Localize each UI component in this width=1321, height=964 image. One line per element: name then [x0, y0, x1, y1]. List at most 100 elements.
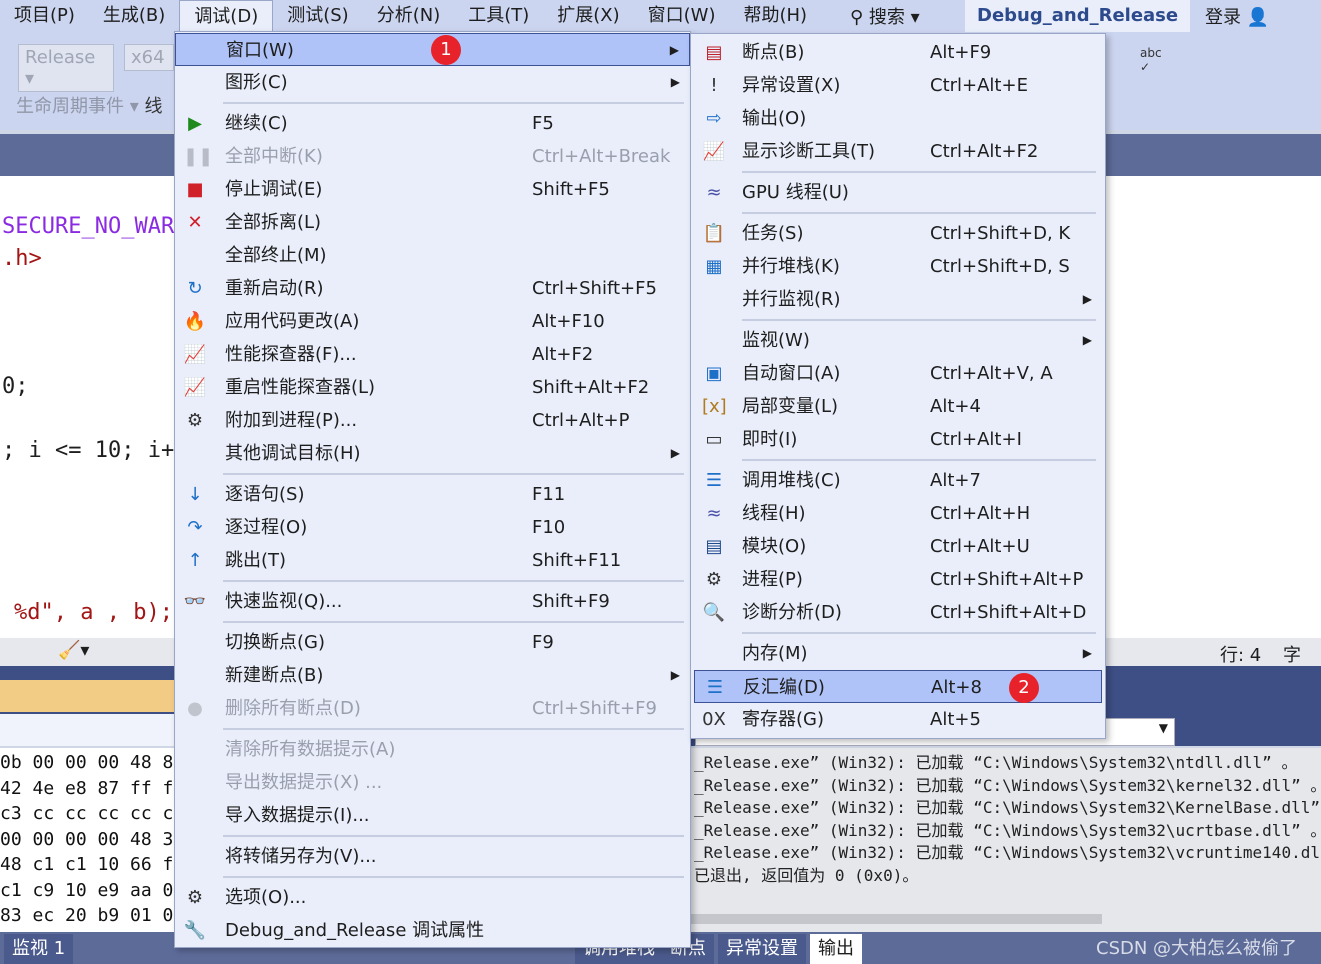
- menu-item-label: 断点(B): [742, 42, 805, 63]
- menu-item[interactable]: 📋 任务(S) Ctrl+Shift+D, K: [694, 217, 1102, 250]
- menu-item[interactable]: ↓ 逐语句(S) F11: [175, 478, 690, 511]
- menu-separator: [175, 99, 690, 107]
- menu-separator: [694, 168, 1102, 176]
- login-button[interactable]: 登录 👤: [1205, 3, 1269, 29]
- tab-output[interactable]: 输出: [810, 934, 862, 964]
- menu-6[interactable]: 扩展(X): [543, 0, 633, 34]
- menu-item[interactable]: 将转储另存为(V)...: [175, 840, 690, 873]
- menu-item[interactable]: ✕ 全部拆离(L): [175, 206, 690, 239]
- menu-item[interactable]: ● 删除所有断点(D) Ctrl+Shift+F9: [175, 692, 690, 725]
- menu-item[interactable]: [x] 局部变量(L) Alt+4: [694, 390, 1102, 423]
- menu-item[interactable]: ⚙ 进程(P) Ctrl+Shift+Alt+P: [694, 563, 1102, 596]
- menu-5[interactable]: 工具(T): [454, 0, 543, 34]
- menu-item-label: 监视(W): [742, 330, 810, 351]
- menu-item[interactable]: ! 异常设置(X) Ctrl+Alt+E: [694, 69, 1102, 102]
- menu-item[interactable]: ↑ 跳出(T) Shift+F11: [175, 544, 690, 577]
- memory-address-bar[interactable]: [0, 714, 176, 746]
- menu-7[interactable]: 窗口(W): [634, 0, 730, 34]
- menu-4[interactable]: 分析(N): [363, 0, 455, 34]
- config-dropdown[interactable]: Release ▾: [18, 44, 114, 92]
- spell-check-icon[interactable]: abc ✓: [1140, 46, 1162, 74]
- menu-item-label: 寄存器(G): [742, 709, 824, 730]
- menu-separator: [175, 618, 690, 626]
- menu-item[interactable]: ↷ 逐过程(O) F10: [175, 511, 690, 544]
- menu-item[interactable]: ❚❚ 全部中断(K) Ctrl+Alt+Break: [175, 140, 690, 173]
- menu-item[interactable]: ▶ 继续(C) F5: [175, 107, 690, 140]
- menu-item[interactable]: ⚙ 附加到进程(P)... Ctrl+Alt+P: [175, 404, 690, 437]
- menu-icon: 🔧: [183, 920, 207, 941]
- menu-3[interactable]: 测试(S): [273, 0, 362, 34]
- menu-separator: [175, 577, 690, 585]
- menu-item[interactable]: 图形(C) ▶: [175, 66, 690, 99]
- menu-separator: [694, 629, 1102, 637]
- menu-item-label: 诊断分析(D): [742, 602, 842, 623]
- menu-item-label: 全部中断(K): [225, 146, 323, 167]
- menu-item-label: 模块(O): [742, 536, 807, 557]
- menu-item-shortcut: Ctrl+Alt+P: [532, 410, 630, 431]
- menu-item-shortcut: Alt+8: [931, 677, 982, 698]
- menu-item-shortcut: Ctrl+Shift+F9: [532, 698, 657, 719]
- menu-icon: ☰: [705, 470, 723, 491]
- menu-item[interactable]: ☰ 调用堆栈(C) Alt+7: [694, 464, 1102, 497]
- output-line: _Release.exe” (Win32): 已加载 “C:\Windows\S…: [694, 775, 1321, 795]
- menu-item[interactable]: 📈 性能探查器(F)... Alt+F2: [175, 338, 690, 371]
- menu-item[interactable]: 🔍 诊断分析(D) Ctrl+Shift+Alt+D: [694, 596, 1102, 629]
- menu-item[interactable]: 并行监视(R) ▶: [694, 283, 1102, 316]
- lifecycle-events-dropdown[interactable]: 生命周期事件 ▾ 线: [16, 92, 162, 118]
- menu-item-shortcut: Ctrl+Shift+F5: [532, 278, 657, 299]
- code-cleanup-icon[interactable]: 🧹▾: [58, 640, 89, 661]
- menu-item[interactable]: 🔧 Debug_and_Release 调试属性: [175, 914, 690, 947]
- menu-icon: ⚙: [705, 569, 723, 590]
- menu-item-shortcut: Shift+F11: [532, 550, 622, 571]
- menu-item[interactable]: 全部终止(M): [175, 239, 690, 272]
- menu-item[interactable]: 清除所有数据提示(A): [175, 733, 690, 766]
- submenu-arrow-icon: ▶: [670, 668, 680, 682]
- menu-item[interactable]: ■ 停止调试(E) Shift+F5: [175, 173, 690, 206]
- menu-item[interactable]: ▭ 即时(I) Ctrl+Alt+I: [694, 423, 1102, 456]
- horizontal-scrollbar[interactable]: [690, 914, 1102, 924]
- submenu-arrow-icon: ▶: [1082, 292, 1092, 306]
- menu-item[interactable]: 👓 快速监视(Q)... Shift+F9: [175, 585, 690, 618]
- menu-item-shortcut: Ctrl+Shift+Alt+D: [930, 602, 1087, 623]
- menu-item[interactable]: ≈ 线程(H) Ctrl+Alt+H: [694, 497, 1102, 530]
- platform-dropdown[interactable]: x64: [124, 44, 174, 71]
- menu-item[interactable]: ▤ 断点(B) Alt+F9: [694, 36, 1102, 69]
- menu-item[interactable]: ☰ 反汇编(D) Alt+8: [694, 670, 1102, 703]
- menu-item[interactable]: 📈 重启性能探查器(L) Shift+Alt+F2: [175, 371, 690, 404]
- menu-item[interactable]: ↻ 重新启动(R) Ctrl+Shift+F5: [175, 272, 690, 305]
- menu-item-label: 任务(S): [742, 223, 804, 244]
- submenu-arrow-icon: ▶: [1082, 333, 1092, 347]
- menu-item-label: 应用代码更改(A): [225, 311, 360, 332]
- menu-item[interactable]: 切换断点(G) F9: [175, 626, 690, 659]
- menu-item[interactable]: 新建断点(B) ▶: [175, 659, 690, 692]
- memory-header: [0, 680, 176, 712]
- menu-item-label: 新建断点(B): [225, 665, 324, 686]
- menu-item[interactable]: ▤ 模块(O) Ctrl+Alt+U: [694, 530, 1102, 563]
- menu-1[interactable]: 生成(B): [89, 0, 179, 34]
- menu-8[interactable]: 帮助(H): [730, 0, 822, 34]
- menu-item[interactable]: ▦ 并行堆栈(K) Ctrl+Shift+D, S: [694, 250, 1102, 283]
- menu-item[interactable]: 📈 显示诊断工具(T) Ctrl+Alt+F2: [694, 135, 1102, 168]
- tab-watch-1[interactable]: 监视 1: [4, 934, 74, 964]
- search-button[interactable]: ⚲ 搜索 ▾: [850, 3, 920, 29]
- menu-item[interactable]: ≈ GPU 线程(U): [694, 176, 1102, 209]
- menu-2[interactable]: 调试(D): [179, 0, 274, 34]
- menu-item-label: 逐语句(S): [225, 484, 305, 505]
- menu-icon: ⚙: [186, 410, 204, 431]
- menu-item[interactable]: 导入数据提示(I)...: [175, 799, 690, 832]
- menu-item[interactable]: ⚙ 选项(O)...: [175, 881, 690, 914]
- menu-item[interactable]: 0X 寄存器(G) Alt+5: [694, 703, 1102, 736]
- tab-exception-settings[interactable]: 异常设置: [718, 934, 806, 964]
- menu-item[interactable]: ⇨ 输出(O): [694, 102, 1102, 135]
- menu-item[interactable]: ▣ 自动窗口(A) Ctrl+Alt+V, A: [694, 357, 1102, 390]
- menu-0[interactable]: 项目(P): [0, 0, 89, 34]
- menu-item-label: 异常设置(X): [742, 75, 841, 96]
- menu-item[interactable]: 其他调试目标(H) ▶: [175, 437, 690, 470]
- menu-item[interactable]: 内存(M) ▶: [694, 637, 1102, 670]
- menu-item[interactable]: 监视(W) ▶: [694, 324, 1102, 357]
- menu-icon: ▶: [188, 113, 202, 134]
- menu-item-label: 性能探查器(F)...: [225, 344, 357, 365]
- menu-item[interactable]: 导出数据提示(X) ...: [175, 766, 690, 799]
- menu-item[interactable]: 🔥 应用代码更改(A) Alt+F10: [175, 305, 690, 338]
- submenu-arrow-icon: ▶: [670, 75, 680, 89]
